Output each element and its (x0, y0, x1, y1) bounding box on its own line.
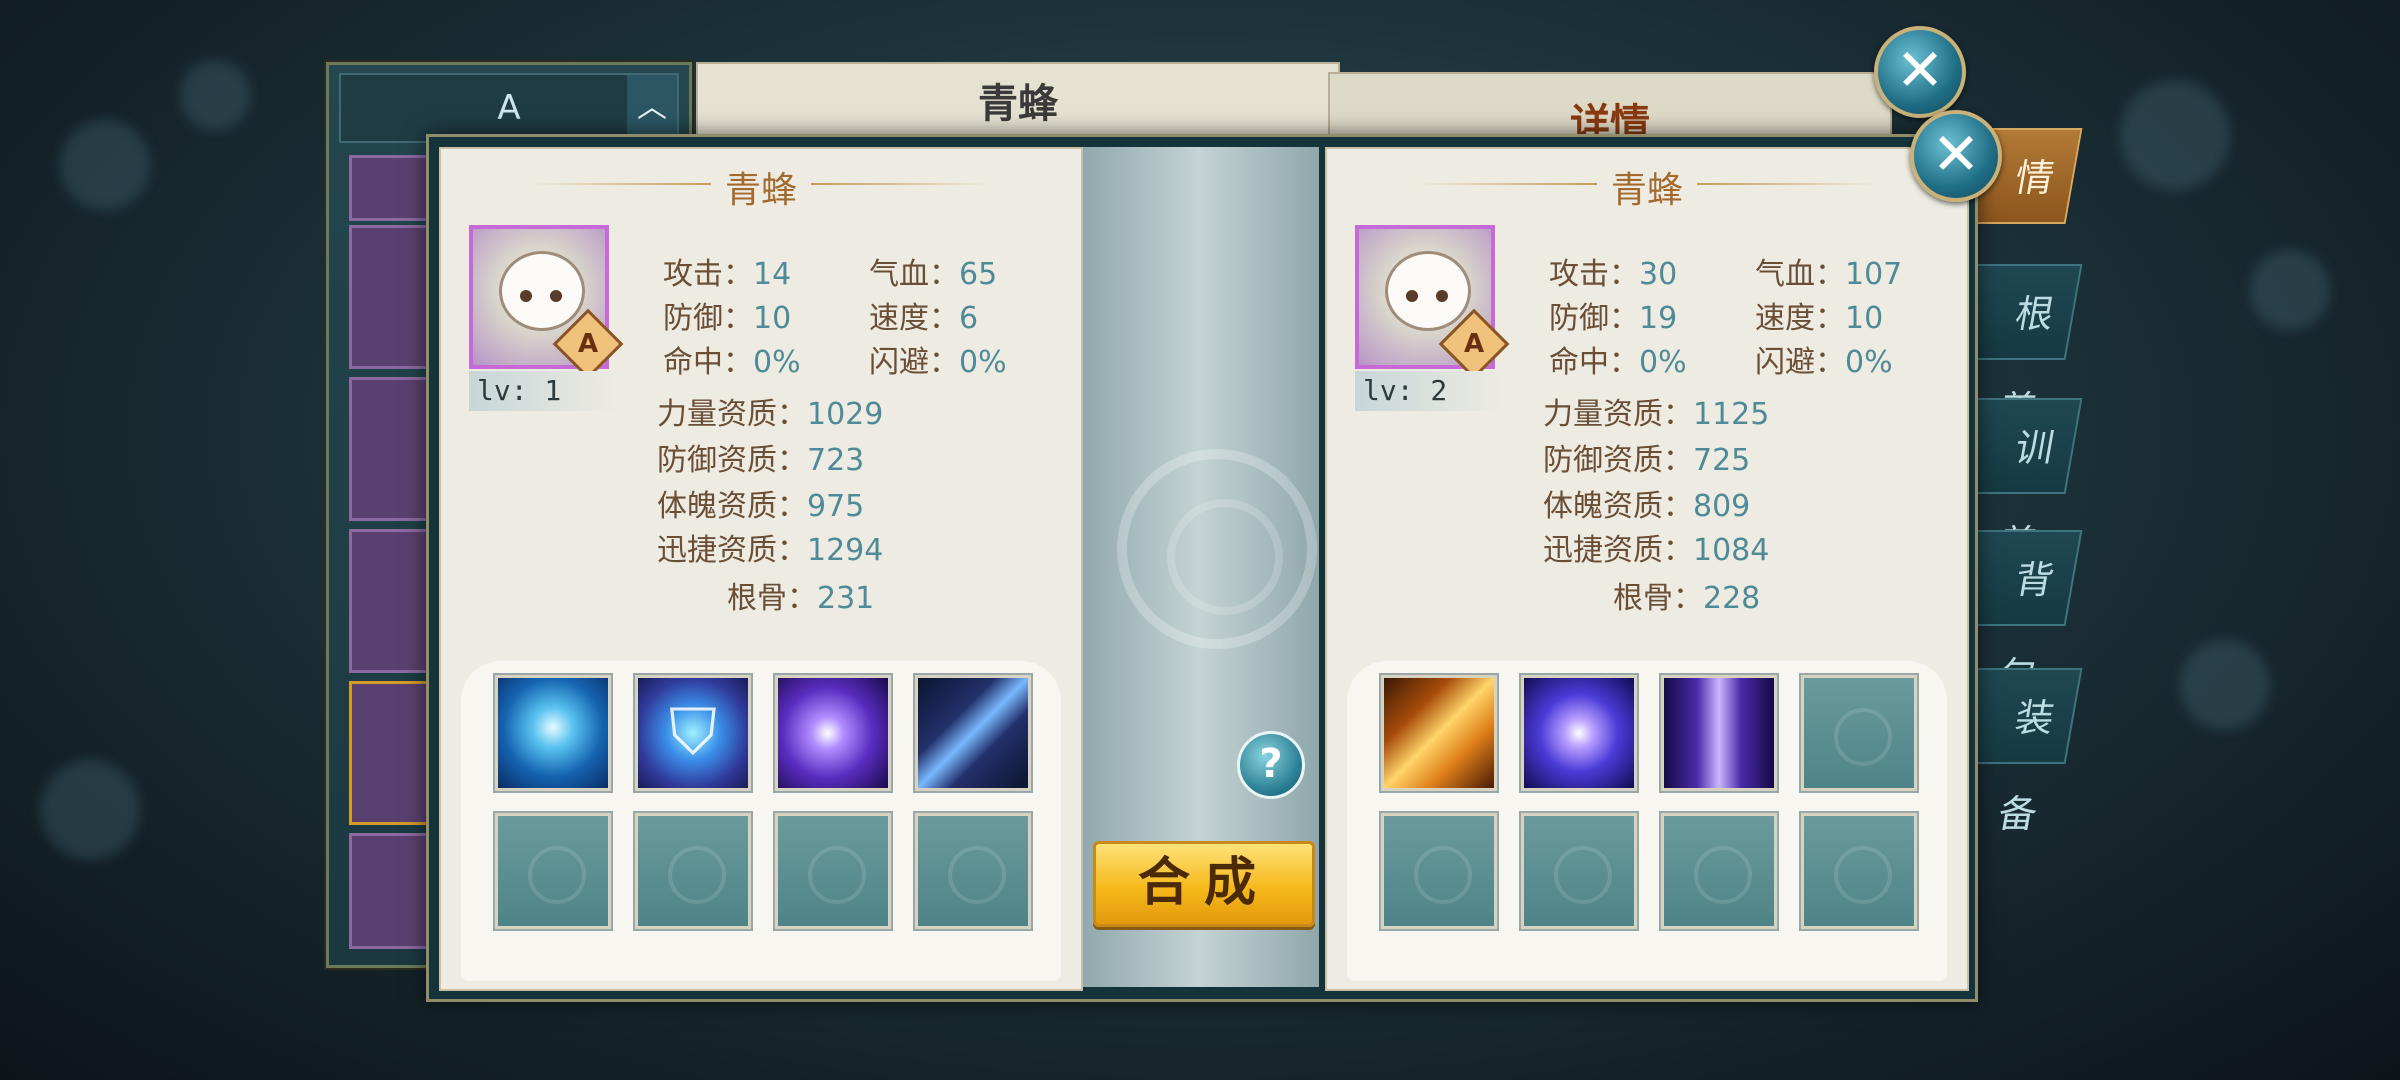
right-pet-name: 青蜂 (1610, 170, 1683, 211)
empty-skill-slot[interactable] (1521, 813, 1637, 929)
left-pet-name: 青蜂 (724, 170, 797, 211)
constitution-aptitude: 体魄资质：809 (1543, 489, 1751, 524)
shield-icon: ⛉ (669, 696, 717, 770)
background-light (2250, 250, 2330, 330)
left-skill-grid: ⛉ (461, 661, 1061, 981)
empty-skill-slot[interactable] (1381, 813, 1497, 929)
pet-face-icon (499, 251, 585, 331)
grade-filter[interactable]: A ︿ (339, 73, 679, 143)
close-button[interactable]: ✕ (1910, 110, 2002, 202)
agility-aptitude: 迅捷资质：1294 (657, 533, 884, 568)
empty-skill-slot[interactable] (495, 813, 611, 929)
grade-label: A (1463, 329, 1485, 359)
pet-name-title: 青蜂 (978, 81, 1058, 127)
empty-skill-slot[interactable] (1661, 813, 1777, 929)
strength-aptitude: 力量资质：1029 (657, 397, 884, 432)
constitution-aptitude: 体魄资质：975 (657, 489, 865, 524)
empty-skill-slot[interactable] (635, 813, 751, 929)
hit-stat: 命中：0% (1549, 345, 1687, 380)
lightning-skill-icon[interactable] (495, 675, 611, 791)
help-button[interactable]: ? (1237, 731, 1305, 799)
hp-stat: 气血：107 (1755, 257, 1903, 292)
fire-skill-icon[interactable] (1381, 675, 1497, 791)
right-pet-panel: 青蜂 A lv: 2 攻击：30 气血：107 防御：19 速度：10 命中：0… (1325, 147, 1969, 991)
strength-aptitude: 力量资质：1125 (1543, 397, 1770, 432)
chevron-up-icon[interactable]: ︿ (627, 75, 677, 141)
speed-stat: 速度：6 (869, 301, 979, 336)
background-light (180, 60, 250, 130)
empty-skill-slot[interactable] (775, 813, 891, 929)
right-pet-level: lv: 2 (1355, 371, 1507, 411)
grade-label: A (577, 329, 599, 359)
root-bone: 根骨：231 (727, 581, 875, 616)
agility-aptitude: 迅捷资质：1084 (1543, 533, 1770, 568)
empty-skill-slot[interactable] (1801, 675, 1917, 791)
shield-skill-icon[interactable]: ⛉ (635, 675, 751, 791)
left-pet-level: lv: 1 (469, 371, 621, 411)
background-light (2120, 80, 2230, 190)
defense-stat: 防御：19 (1549, 301, 1678, 336)
orb-skill-icon[interactable] (1521, 675, 1637, 791)
speed-stat: 速度：10 (1755, 301, 1884, 336)
hp-stat: 气血：65 (869, 257, 998, 292)
attack-stat: 攻击：30 (1549, 257, 1678, 292)
vortex-skill-icon[interactable] (775, 675, 891, 791)
dodge-stat: 闪避：0% (869, 345, 1007, 380)
close-icon: ✕ (1931, 120, 1981, 188)
right-pet-portrait[interactable]: A (1355, 225, 1510, 380)
dodge-stat: 闪避：0% (1755, 345, 1893, 380)
background-light (40, 760, 140, 860)
grade-filter-label: A (497, 88, 521, 128)
root-bone: 根骨：228 (1613, 581, 1761, 616)
pet-eye (520, 290, 532, 302)
empty-skill-slot[interactable] (1801, 813, 1917, 929)
claw-skill-icon[interactable] (915, 675, 1031, 791)
pet-eye (550, 290, 562, 302)
hit-stat: 命中：0% (663, 345, 801, 380)
close-icon: ✕ (1895, 36, 1945, 104)
pillar-skill-icon[interactable] (1661, 675, 1777, 791)
background-light (60, 120, 150, 210)
background-light (2180, 640, 2270, 730)
background-close-button[interactable]: ✕ (1874, 26, 1966, 118)
defense-aptitude: 防御资质：723 (657, 443, 865, 478)
left-pet-portrait[interactable]: A (469, 225, 624, 380)
defense-stat: 防御：10 (663, 301, 792, 336)
pet-face-icon (1385, 251, 1471, 331)
pet-eye (1436, 290, 1448, 302)
empty-skill-slot[interactable] (915, 813, 1031, 929)
defense-aptitude: 防御资质：725 (1543, 443, 1751, 478)
left-pet-panel: 青蜂 A lv: 1 攻击：14 气血：65 防御：10 速度：6 命中：0% … (439, 147, 1083, 991)
pet-compare-dialog: 青蜂 A lv: 1 攻击：14 气血：65 防御：10 速度：6 命中：0% … (426, 134, 1978, 1002)
merge-button[interactable]: 合成 (1093, 841, 1315, 927)
pet-eye (1406, 290, 1418, 302)
right-skill-grid (1347, 661, 1947, 981)
dragon-emblem-icon (1117, 449, 1317, 649)
attack-stat: 攻击：14 (663, 257, 792, 292)
